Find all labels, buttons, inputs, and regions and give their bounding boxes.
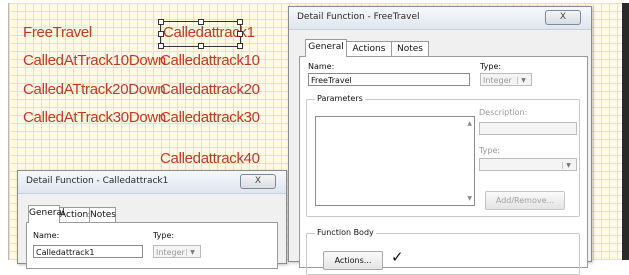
parameters-list[interactable]: ▲ ▼: [315, 116, 475, 206]
checkmark-icon: ✓: [391, 248, 404, 266]
canvas-label-calledattrack10down[interactable]: CalledAtTrack10Down: [23, 52, 166, 69]
name-label: Name:: [33, 231, 60, 240]
detail-function-dialog-freetravel: Detail Function - FreeTravel X General A…: [288, 6, 592, 275]
dialog-title: Detail Function - Calledattrack1: [26, 176, 169, 186]
resize-handle-tl[interactable]: [158, 19, 164, 25]
resize-handle-tr[interactable]: [237, 19, 243, 25]
name-input[interactable]: FreeTravel: [308, 73, 470, 86]
param-type-label: Type:: [479, 146, 501, 155]
scroll-up-icon[interactable]: ▲: [467, 120, 472, 127]
canvas-label-calledattrack30down[interactable]: CalledAtTrack30Down: [23, 109, 166, 126]
dialog-title: Detail Function - FreeTravel: [297, 12, 420, 22]
param-type-select[interactable]: ▼: [479, 158, 577, 171]
chevron-down-icon: ▼: [186, 249, 198, 256]
tab-actions[interactable]: Actions: [346, 41, 392, 57]
close-button[interactable]: X: [545, 10, 581, 25]
parameters-group: Parameters ▲ ▼ Description: Type: ▼ Add/…: [306, 94, 580, 217]
resize-handle-mr[interactable]: [237, 31, 243, 37]
close-icon: X: [254, 176, 262, 186]
window-edge: [622, 3, 629, 260]
resize-handle-bc[interactable]: [198, 43, 204, 49]
canvas-label-calledattrack20down[interactable]: CalledATtrack20Down: [23, 81, 166, 98]
type-select-value: Integer: [483, 76, 512, 85]
chevron-down-icon: ▼: [562, 162, 574, 169]
resize-handle-br[interactable]: [237, 43, 243, 49]
dialog-title-bar[interactable]: Detail Function - Calledattrack1 X: [18, 171, 286, 194]
detail-function-dialog-calledattrack1: Detail Function - Calledattrack1 X Gener…: [17, 170, 287, 269]
tab-notes[interactable]: Notes: [89, 207, 116, 223]
canvas-label-calledattrack10[interactable]: Calledattrack10: [160, 52, 260, 69]
add-remove-button[interactable]: Add/Remove...: [485, 191, 565, 210]
canvas-label-calledattrack40[interactable]: Calledattrack40: [160, 150, 260, 167]
name-label: Name:: [308, 62, 335, 71]
canvas-label-freetravel[interactable]: FreeTravel: [23, 24, 92, 41]
function-body-label: Function Body: [315, 228, 376, 237]
type-label: Type:: [480, 62, 502, 71]
resize-handle-ml[interactable]: [158, 31, 164, 37]
tab-notes[interactable]: Notes: [391, 41, 429, 57]
actions-button[interactable]: Actions...: [323, 251, 383, 270]
type-label: Type:: [153, 231, 175, 240]
scroll-down-icon[interactable]: ▼: [467, 195, 472, 202]
tab-general[interactable]: General: [305, 39, 347, 57]
chevron-down-icon: ▼: [517, 77, 529, 84]
resize-handle-bl[interactable]: [158, 43, 164, 49]
parameters-label: Parameters: [315, 94, 365, 103]
tab-panel-general: Name: Type: FreeTravel Integer ▼ Paramet…: [299, 56, 588, 275]
type-select[interactable]: Integer ▼: [153, 245, 201, 258]
description-label: Description:: [479, 108, 528, 117]
close-button[interactable]: X: [240, 174, 276, 189]
selection-box[interactable]: Calledattrack1: [158, 19, 255, 49]
type-select-value: Integer: [156, 248, 185, 257]
name-input[interactable]: Calledattrack1: [33, 245, 143, 258]
dialog-title-bar[interactable]: Detail Function - FreeTravel X: [289, 7, 591, 30]
canvas-label-calledattrack20[interactable]: Calledattrack20: [160, 81, 260, 98]
type-select[interactable]: Integer ▼: [480, 73, 532, 86]
tab-panel-general: Name: Type: Calledattrack1 Integer ▼: [26, 222, 278, 269]
close-icon: X: [559, 12, 567, 22]
tab-general[interactable]: General: [28, 205, 64, 223]
description-input[interactable]: [479, 122, 577, 135]
function-body-group: Function Body Actions... ✓: [306, 228, 580, 275]
canvas-label-calledattrack30[interactable]: Calledattrack30: [160, 109, 260, 126]
resize-handle-tc[interactable]: [198, 19, 204, 25]
